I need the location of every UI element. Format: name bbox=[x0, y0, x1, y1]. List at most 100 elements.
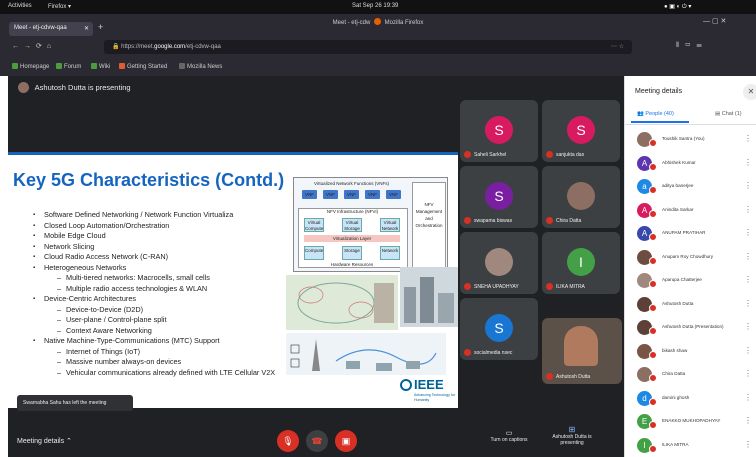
slide-bullet: Network Slicing bbox=[44, 242, 275, 253]
participant-tile[interactable]: Ssanjukta das bbox=[542, 100, 620, 162]
storage-box: Storage bbox=[342, 246, 362, 260]
participant-tile[interactable]: Chira Datta bbox=[542, 166, 620, 228]
participant-name: aditya banerjee bbox=[662, 183, 694, 188]
participant-list-item[interactable]: A ANUPAM PRATIHAR ⋮ bbox=[637, 224, 756, 244]
participant-avatar: S bbox=[485, 314, 513, 342]
vnfs-title: Virtualized Network Functions (VNFs) bbox=[314, 181, 389, 186]
participant-avatar: I bbox=[567, 248, 595, 276]
mic-muted-icon bbox=[546, 283, 553, 290]
slide-bullets: Software Defined Networking / Network Fu… bbox=[44, 210, 275, 378]
tab-chat[interactable]: ▤ Chat (1) bbox=[715, 111, 742, 117]
more-options-icon[interactable]: ⋮ bbox=[744, 322, 752, 331]
bookmark-item[interactable]: Homepage bbox=[12, 63, 49, 70]
participant-name: ILIKA MITRA bbox=[662, 441, 689, 447]
camera-off-button[interactable]: ▣ bbox=[335, 430, 357, 452]
toolbar-icons[interactable]: ⫴▭☰ bbox=[676, 42, 708, 50]
participant-list-item[interactable]: Ashutosh Dutta (Presentation) ⋮ bbox=[637, 318, 756, 338]
participant-list-item[interactable]: bikash shaw ⋮ bbox=[637, 342, 756, 362]
participant-video bbox=[564, 326, 598, 366]
participant-name: Anindita Sarkar bbox=[662, 206, 694, 212]
slide-bullet: Device-Centric Architectures bbox=[44, 294, 275, 305]
clock[interactable]: Sat Sep 26 19:39 bbox=[352, 3, 398, 9]
more-options-icon[interactable]: ⋮ bbox=[744, 275, 752, 284]
virtual-compute-box: Virtual Compute bbox=[304, 218, 324, 232]
participant-avatar bbox=[567, 182, 595, 210]
more-options-icon[interactable]: ⋮ bbox=[744, 252, 752, 261]
participant-list-item[interactable]: a aditya banerjee ⋮ bbox=[637, 177, 756, 197]
bookmark-item[interactable]: Forum bbox=[56, 63, 81, 70]
participant-tile[interactable]: SNEHA UPADHYAY bbox=[460, 232, 538, 294]
close-panel-button[interactable]: ✕ bbox=[743, 84, 756, 100]
more-options-icon[interactable]: ⋮ bbox=[744, 369, 752, 378]
mic-muted-icon bbox=[546, 151, 553, 158]
meeting-details-button[interactable]: Meeting details ⌃ bbox=[17, 437, 72, 445]
more-options-icon[interactable]: ⋮ bbox=[744, 440, 752, 449]
mic-muted-icon bbox=[649, 397, 657, 406]
participant-list-item[interactable]: Chira Datta ⋮ bbox=[637, 365, 756, 385]
slide-bullet: Native Machine-Type-Communications (MTC)… bbox=[44, 336, 275, 347]
system-tray-icons[interactable]: ● ▣ ◐ ⏻ ▾ bbox=[664, 3, 691, 11]
mic-muted-icon bbox=[649, 280, 657, 288]
bookmark-star-icon[interactable]: ⋯ ☆ bbox=[611, 43, 624, 50]
mic-off-button[interactable]: 🎙 bbox=[277, 430, 299, 452]
nfvi-label: NFV Infrastructure (NFVI) bbox=[326, 209, 379, 214]
browser-tab[interactable]: Meet - etj-cdvw-qaa ✕ bbox=[9, 22, 93, 36]
participant-list-item[interactable]: I ILIKA MITRA ⋮ bbox=[637, 436, 756, 456]
app-menu[interactable]: Firefox ▾ bbox=[48, 3, 71, 10]
nav-buttons[interactable]: ←→⟳⌂ bbox=[12, 42, 56, 50]
participant-list-item[interactable]: A Anindita Sarkar ⋮ bbox=[637, 201, 756, 221]
meeting-details-panel: Meeting details ✕ 👥 People (40) ▤ Chat (… bbox=[624, 76, 756, 457]
captions-button[interactable]: ▭ Turn on captions bbox=[484, 429, 534, 443]
bookmark-icon bbox=[12, 63, 18, 69]
participant-name: Chira Datta bbox=[546, 217, 581, 224]
participant-list-item[interactable]: A Abhishek Kumar ⋮ bbox=[637, 154, 756, 174]
participant-list-item[interactable]: Toushik Santra (You) ⋮ bbox=[637, 130, 756, 150]
participant-name: Abhishek Kumar bbox=[662, 159, 696, 165]
more-options-icon[interactable]: ⋮ bbox=[744, 299, 752, 308]
participant-tile[interactable]: S Saheli Sarkhel bbox=[460, 100, 538, 162]
slide-bullet: Massive number always-on devices bbox=[44, 357, 275, 368]
participant-list-item[interactable]: Anupam Roy Chowdhury ⋮ bbox=[637, 248, 756, 268]
participant-name: Saheli Sarkhel bbox=[464, 151, 506, 158]
more-options-icon[interactable]: ⋮ bbox=[744, 205, 752, 214]
tab-people[interactable]: 👥 People (40) bbox=[637, 111, 674, 117]
participant-list-item[interactable]: E ENAKKO MUKHOPADHYAY ⋮ bbox=[637, 412, 756, 432]
participant-list-item[interactable]: d damini ghosh ⋮ bbox=[637, 389, 756, 409]
participant-tile[interactable]: I ILIKA MITRA bbox=[542, 232, 620, 294]
panel-divider bbox=[625, 124, 756, 125]
notification-toast: Swarnabha Sahu has left the meeting bbox=[17, 395, 133, 411]
participant-list-item[interactable]: Aparupa Chatterjee ⋮ bbox=[637, 271, 756, 291]
bookmark-item[interactable]: Wiki bbox=[91, 63, 110, 70]
leave-call-button[interactable]: ☎ bbox=[306, 430, 328, 452]
window-controls[interactable]: — ▢ ✕ bbox=[703, 17, 726, 25]
hetnet-map-image bbox=[286, 275, 398, 330]
more-options-icon[interactable]: ⋮ bbox=[744, 346, 752, 355]
bookmark-item[interactable]: Mozilla News bbox=[179, 63, 222, 70]
more-options-icon[interactable]: ⋮ bbox=[744, 228, 752, 237]
participant-tile[interactable]: Ssocialmedia nsec bbox=[460, 298, 538, 360]
participant-name: bikash shaw bbox=[662, 347, 688, 353]
bookmark-item[interactable]: Getting Started bbox=[119, 63, 167, 70]
participant-list-item[interactable]: Ashutosh Dutta ⋮ bbox=[637, 295, 756, 315]
more-options-icon[interactable]: ⋮ bbox=[744, 158, 752, 167]
url-bar[interactable]: 🔒 https://meet.google.com/etj-cdvw-qaa ⋯… bbox=[104, 40, 632, 54]
close-icon: ✕ bbox=[747, 87, 755, 96]
mic-muted-icon bbox=[649, 444, 657, 453]
presenter-banner: Ashutosh Dutta is presenting bbox=[8, 76, 458, 98]
activities-button[interactable]: Activities bbox=[8, 3, 32, 9]
vnf-box: VNF bbox=[323, 190, 338, 199]
virtualization-layer: Virtualization Layer bbox=[304, 235, 400, 242]
tab-close-icon[interactable]: ✕ bbox=[84, 25, 89, 32]
presentation-slide: Key 5G Characteristics (Contd.) Software… bbox=[8, 152, 458, 408]
new-tab-button[interactable]: + bbox=[98, 22, 103, 32]
participant-tile[interactable]: Sswapama biswas bbox=[460, 166, 538, 228]
more-options-icon[interactable]: ⋮ bbox=[744, 181, 752, 190]
more-options-icon[interactable]: ⋮ bbox=[744, 134, 752, 143]
more-options-icon[interactable]: ⋮ bbox=[744, 393, 752, 402]
participant-tile[interactable]: Ashutosh Dutta bbox=[542, 318, 622, 384]
ieee-logo: IEEE Advancing Technology for Humanity bbox=[400, 377, 456, 405]
presenting-button[interactable]: ⊞ Ashutosh Dutta is presenting bbox=[546, 425, 598, 446]
more-options-icon[interactable]: ⋮ bbox=[744, 416, 752, 425]
bookmark-icon bbox=[56, 63, 62, 69]
participant-name: Ashutosh Dutta bbox=[662, 300, 694, 306]
